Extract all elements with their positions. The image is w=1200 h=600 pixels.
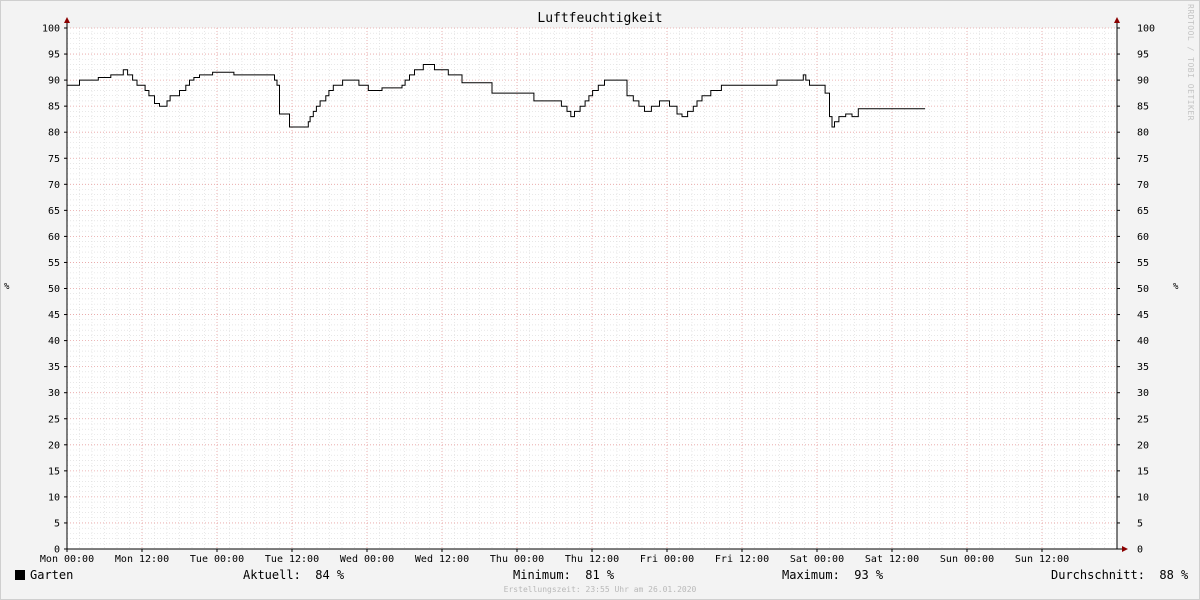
y-tick-label-left: 75 [48,154,60,165]
x-tick-label: Fri 00:00 [640,554,694,565]
stat-current: Aktuell: 84 % [243,568,344,582]
y-tick-label-right: 25 [1137,414,1149,425]
y-tick-label-right: 55 [1137,258,1149,269]
grid-layer [66,27,1117,550]
x-tick-label: Mon 12:00 [115,554,169,565]
y-tick-label-left: 90 [48,76,60,87]
y-tick-label-left: 70 [48,180,60,191]
y-tick-label-left: 65 [48,206,60,217]
y-tick-label-right: 5 [1137,518,1143,529]
y-tick-label-left: 80 [48,128,60,139]
x-tick-label: Thu 00:00 [490,554,544,565]
y-tick-label-left: 15 [48,466,60,477]
y-tick-label-left: 35 [48,362,60,373]
x-tick-label: Sat 12:00 [865,554,919,565]
stat-minimum-label: Minimum: [513,568,571,582]
legend-series-name: Garten [30,568,74,582]
y-tick-label-right: 75 [1137,154,1149,165]
stat-maximum: Maximum: 93 % [782,568,883,582]
y-tick-label-left: 60 [48,232,60,243]
y-tick-label-left: 45 [48,310,60,321]
y-tick-label-left: 95 [48,50,60,61]
y-tick-label-left: 50 [48,284,60,295]
x-tick-label: Fri 12:00 [715,554,769,565]
y-tick-label-right: 95 [1137,50,1149,61]
stat-maximum-value: 93 % [854,568,884,582]
stat-minimum-value: 81 % [585,568,615,582]
stat-maximum-label: Maximum: [782,568,840,582]
rrdtool-watermark: RRDTOOL / TOBI OETIKER [1186,4,1195,121]
y-tick-label-right: 80 [1137,128,1149,139]
legend-swatch [15,570,25,580]
legend-row: Garten Aktuell: 84 % Minimum: 81 % Maxim… [0,568,1200,584]
y-tick-label-left: 10 [48,492,60,503]
chart-title: Luftfeuchtigkeit [537,11,663,26]
y-tick-label-right: 90 [1137,76,1149,87]
y-tick-label-right: 30 [1137,388,1149,399]
x-tick-label: Tue 00:00 [190,554,244,565]
y-tick-label-right: 70 [1137,180,1149,191]
y-tick-label-left: 40 [48,336,60,347]
x-tick-label: Sat 00:00 [790,554,844,565]
x-tick-label: Tue 12:00 [265,554,319,565]
x-tick-label: Mon 00:00 [40,554,94,565]
x-tick-label: Thu 12:00 [565,554,619,565]
chart-window: 0 0 5 5 10 10 15 15 20 20 25 25 30 30 35 35 40 40 45 45 50 50… [0,0,1200,600]
creation-timestamp: Erstellungszeit: 23:55 Uhr am 26.01.2020 [503,585,697,594]
y-tick-label-right: 15 [1137,466,1149,477]
y-tick-label-right: 40 [1137,336,1149,347]
stat-current-label: Aktuell: [243,568,301,582]
y-tick-label-right: 0 [1137,545,1143,556]
y-axis-label-left: % [4,282,10,292]
stat-average: Durchschnitt: 88 % [1051,568,1188,582]
y-tick-label-right: 10 [1137,492,1149,503]
y-tick-label-right: 20 [1137,440,1149,451]
stat-average-label: Durchschnitt: [1051,568,1145,582]
y-tick-label-right: 60 [1137,232,1149,243]
x-tick-label: Wed 00:00 [340,554,394,565]
y-tick-label-right: 65 [1137,206,1149,217]
stat-current-value: 84 % [315,568,345,582]
y-tick-label-left: 85 [48,102,60,113]
y-tick-label-left: 20 [48,440,60,451]
y-tick-label-left: 30 [48,388,60,399]
x-axis-arrow [1122,546,1128,552]
x-tick-label: Sun 00:00 [940,554,994,565]
y-axis-label-right: % [1173,282,1179,292]
x-tick-label: Sun 12:00 [1015,554,1069,565]
y-tick-label-right: 85 [1137,102,1149,113]
stat-average-value: 88 % [1159,568,1189,582]
chart-canvas: 0 05 510 1015 1520 2025 2530 3035 3540 4045 4550 50… [40,17,1155,565]
stat-minimum: Minimum: 81 % [513,568,614,582]
y-tick-label-left: 55 [48,258,60,269]
y-tick-label-right: 50 [1137,284,1149,295]
y-tick-label-left: 25 [48,414,60,425]
y-tick-label-left: 5 [54,518,60,529]
y-tick-label-right: 45 [1137,310,1149,321]
x-tick-label: Wed 12:00 [415,554,469,565]
y-tick-label-right: 35 [1137,362,1149,373]
